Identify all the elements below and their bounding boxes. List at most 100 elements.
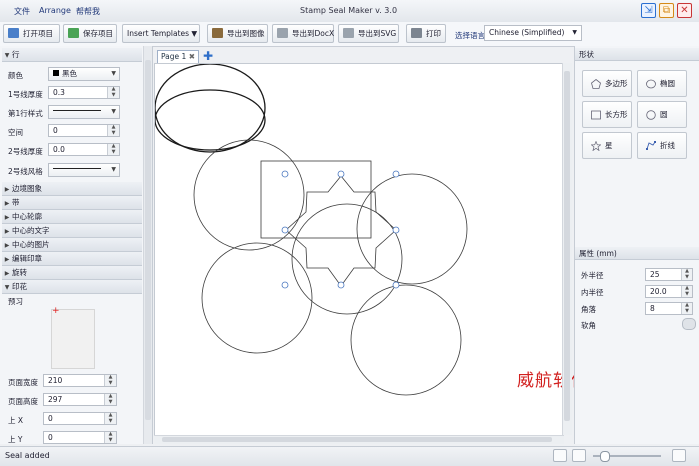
language-select[interactable]: Chinese (Simplified) ▼ [484, 25, 582, 41]
spin-arrows-icon[interactable]: ▲ ▼ [681, 268, 692, 280]
line2-style-select[interactable]: ▼ [48, 163, 120, 177]
section-center-image[interactable]: ▶ 中心的图片 [2, 238, 142, 252]
circle-shape[interactable] [201, 242, 313, 354]
scrollbar-thumb[interactable] [162, 437, 552, 442]
close-button[interactable]: ✕ [677, 3, 692, 18]
circle-shape[interactable] [356, 173, 468, 285]
properties-header: 属性 (mm) [575, 247, 699, 260]
rectangle-shape[interactable] [260, 160, 372, 239]
spin-arrows-icon[interactable]: ▲ ▼ [104, 412, 116, 424]
rectangle-label: 长方形 [605, 110, 628, 119]
space-value: 0 [53, 126, 58, 135]
spin-arrows-icon[interactable]: ▲ ▼ [107, 143, 119, 155]
space-label: 空间 [8, 128, 23, 137]
tab-page-1[interactable]: Page 1 ✖ [157, 50, 199, 63]
save-icon [68, 28, 79, 38]
ellipse-button[interactable]: 椭圆 [637, 70, 687, 97]
handle-dot[interactable] [337, 281, 345, 289]
spin-arrows-icon[interactable]: ▲ ▼ [104, 374, 116, 386]
canvas-vertical-scrollbar[interactable] [562, 63, 572, 435]
section-rotate[interactable]: ▶ 旋转 [2, 266, 142, 280]
section-center-text[interactable]: ▶ 中心的文字 [2, 224, 142, 238]
handle-dot[interactable] [337, 170, 345, 178]
maximize-button[interactable]: ⧉ [659, 3, 674, 18]
design-canvas[interactable] [154, 63, 564, 437]
section-center-outline[interactable]: ▶ 中心轮廓 [2, 210, 142, 224]
section-band[interactable]: ▶ 带 [2, 196, 142, 210]
save-project-label: 保存项目 [83, 29, 113, 38]
handle-dot[interactable] [392, 170, 400, 178]
spin-arrows-icon[interactable]: ▲ ▼ [104, 393, 116, 405]
space-input[interactable]: 0 ▲ ▼ [48, 124, 120, 137]
collapse-arrow-icon: ▼ [4, 52, 10, 59]
polyline-button[interactable]: 折线 [637, 132, 687, 159]
spin-arrows-icon[interactable]: ▲ ▼ [681, 285, 692, 297]
star-shape[interactable] [285, 175, 397, 287]
section-border-image[interactable]: ▶ 边境图象 [2, 182, 142, 196]
page-height-input[interactable]: 297 ▲ ▼ [43, 393, 117, 406]
left-panel-scrollbar[interactable] [143, 46, 152, 444]
scrollbar-thumb[interactable] [564, 71, 570, 421]
status-bar: Seal added [0, 446, 699, 466]
export-image-button[interactable]: 导出到图像 [207, 24, 268, 43]
spin-arrows-icon[interactable]: ▲ ▼ [107, 86, 119, 98]
zoom-out-button[interactable] [572, 449, 586, 462]
handle-dot[interactable] [281, 170, 289, 178]
minimize-button[interactable]: ⇲ [641, 3, 656, 18]
menu-arrange[interactable]: Arrange [39, 6, 71, 15]
handle-dot[interactable] [281, 281, 289, 289]
selected-ellipse-inner[interactable] [155, 89, 266, 151]
corners-input[interactable]: 8 ▲ ▼ [645, 302, 693, 315]
export-docx-button[interactable]: 导出到DocX [272, 24, 334, 43]
chevron-down-icon: ▼ [111, 108, 116, 115]
scrollbar-thumb[interactable] [145, 60, 151, 420]
spin-arrows-icon[interactable]: ▲ ▼ [107, 124, 119, 136]
inner-radius-input[interactable]: 20.0 ▲ ▼ [645, 285, 693, 298]
polygon-button[interactable]: 多边形 [582, 70, 632, 97]
section-print[interactable]: ▼ 印花 [2, 280, 142, 294]
add-page-icon[interactable]: ✚ [203, 50, 214, 62]
status-text: Seal added [5, 451, 50, 460]
export-svg-button[interactable]: 导出到SVG [338, 24, 399, 43]
canvas-horizontal-scrollbar[interactable] [154, 435, 564, 444]
page-preview: + [51, 306, 95, 369]
menu-help[interactable]: 帮帮我 [76, 6, 100, 17]
smooth-corners-toggle[interactable] [682, 318, 696, 330]
circle-shape[interactable] [350, 284, 462, 396]
line2-thickness-input[interactable]: 0.0 ▲ ▼ [48, 143, 120, 156]
rectangle-button[interactable]: 长方形 [582, 101, 632, 128]
circle-button[interactable]: 圆 [637, 101, 687, 128]
selected-ellipse-outer[interactable] [155, 64, 266, 153]
open-project-button[interactable]: 打开项目 [3, 24, 60, 43]
handle-dot[interactable] [392, 226, 400, 234]
polygon-label: 多边形 [605, 79, 628, 88]
top-x-input[interactable]: 0 ▲ ▼ [43, 412, 117, 425]
seal-drawing[interactable] [155, 64, 563, 436]
section-line[interactable]: ▼ 行 [2, 48, 142, 62]
save-project-button[interactable]: 保存项目 [63, 24, 117, 43]
close-tab-icon[interactable]: ✖ [189, 51, 195, 63]
fit-page-button[interactable] [553, 449, 567, 462]
line1-style-select[interactable]: ▼ [48, 105, 120, 119]
export-image-label: 导出到图像 [227, 29, 265, 38]
spin-arrows-icon[interactable]: ▲ ▼ [104, 431, 116, 443]
line2-thickness-value: 0.0 [53, 145, 65, 154]
zoom-slider-thumb[interactable] [600, 451, 610, 462]
circle-shape[interactable] [193, 139, 305, 251]
print-button[interactable]: 打印 [406, 24, 446, 43]
page-width-input[interactable]: 210 ▲ ▼ [43, 374, 117, 387]
handle-dot[interactable] [392, 281, 400, 289]
menu-file[interactable]: 文件 [14, 6, 30, 17]
insert-templates-button[interactable]: Insert Templates ▼ [122, 24, 200, 43]
top-y-input[interactable]: 0 ▲ ▼ [43, 431, 117, 444]
rectangle-icon [591, 110, 601, 120]
spin-arrows-icon[interactable]: ▲ ▼ [681, 302, 692, 314]
section-edit-seal[interactable]: ▶ 编辑印章 [2, 252, 142, 266]
star-button[interactable]: 星 [582, 132, 632, 159]
color-select[interactable]: 黑色 ▼ [48, 67, 120, 81]
line1-thickness-input[interactable]: 0.3 ▲ ▼ [48, 86, 120, 99]
ellipse-label: 椭圆 [660, 79, 675, 88]
outer-radius-input[interactable]: 25 ▲ ▼ [645, 268, 693, 281]
zoom-in-button[interactable] [672, 449, 686, 462]
handle-dot[interactable] [281, 226, 289, 234]
